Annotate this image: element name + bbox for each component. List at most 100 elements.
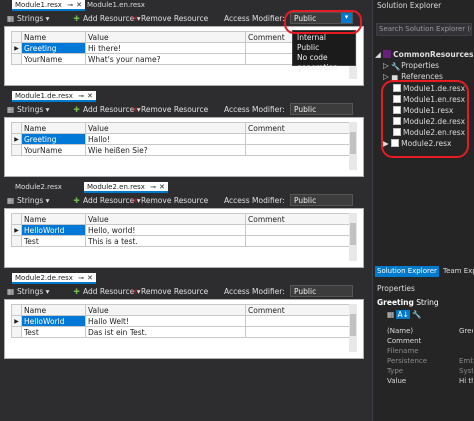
csharp-project-icon — [383, 50, 392, 58]
comment-cell[interactable] — [245, 133, 352, 145]
comment-cell[interactable] — [245, 315, 352, 327]
vertical-scrollbar[interactable] — [349, 304, 357, 352]
vertical-scrollbar[interactable] — [349, 213, 357, 261]
pin-icon[interactable]: ⊸ — [78, 274, 84, 282]
strings-dropdown[interactable]: ▦ Strings ▾ — [6, 195, 50, 206]
table-row[interactable]: ▶ HelloWorld Hallo Welt! — [11, 315, 352, 327]
column-header-comment[interactable]: Comment — [245, 122, 352, 134]
tree-item-properties[interactable]: ▷ 🔧Properties — [383, 61, 439, 71]
vertical-scrollbar[interactable] — [349, 122, 357, 170]
highlight-circle — [381, 80, 469, 158]
dropdown-option-no-code-generation[interactable]: No code generation — [293, 53, 355, 72]
tab-module1-en-resx[interactable]: Module1.en.resx — [84, 0, 148, 11]
tab-solution-explorer[interactable]: Solution Explorer — [375, 266, 439, 277]
value-cell[interactable]: Hallo Welt! — [85, 315, 246, 327]
categorized-icon[interactable]: ▦ — [387, 310, 394, 319]
column-header-comment[interactable]: Comment — [245, 304, 352, 316]
name-cell[interactable]: Greeting — [21, 133, 86, 145]
search-input[interactable]: Search Solution Explorer (Ctrl+;) — [376, 23, 472, 36]
tab-module1-resx[interactable]: Module1.resx ⊸ ✕ — [12, 0, 85, 11]
comment-cell[interactable] — [245, 235, 352, 247]
property-row[interactable]: TypeSyste — [373, 366, 473, 376]
close-icon[interactable]: ✕ — [87, 92, 93, 100]
table-row[interactable]: ▶ Greeting Hallo! — [11, 133, 352, 145]
name-cell[interactable]: Test — [21, 235, 86, 247]
name-cell[interactable]: Test — [21, 326, 86, 338]
pin-icon[interactable]: ⊸ — [78, 92, 84, 100]
remove-resource-button[interactable]: ✕ Remove Resource — [130, 13, 208, 24]
value-cell[interactable]: Das ist ein Test. — [85, 326, 246, 338]
tab-module2-resx[interactable]: Module2.resx — [12, 182, 65, 193]
remove-resource-button[interactable]: ✕ Remove Resource — [130, 286, 208, 297]
tab-module1-de-resx[interactable]: Module1.de.resx ⊸ ✕ — [12, 91, 96, 102]
property-row[interactable]: (Name)Greet — [373, 326, 473, 336]
column-header-value[interactable]: Value — [85, 122, 246, 134]
column-header-value[interactable]: Value — [85, 213, 246, 225]
tab-module2-en-resx[interactable]: Module2.en.resx ⊸ ✕ — [84, 182, 168, 193]
table-row[interactable]: Test Das ist ein Test. — [11, 326, 352, 338]
pin-icon[interactable]: ⊸ — [67, 1, 73, 9]
strings-dropdown[interactable]: ▦ Strings ▾ — [6, 286, 50, 297]
tree-item-project[interactable]: ◢ CommonResources — [375, 50, 473, 60]
expand-icon[interactable]: ▷ — [383, 61, 389, 70]
property-row[interactable]: PersistenceEmbe — [373, 356, 473, 366]
close-icon[interactable]: ✕ — [76, 1, 82, 9]
tab-module2-de-resx[interactable]: Module2.de.resx ⊸ ✕ — [12, 273, 96, 284]
resource-toolbar: ▦ Strings ▾ ✚ Add Resource ▾ ✕ Remove Resou… — [0, 193, 372, 208]
access-modifier-select[interactable]: Public — [290, 285, 353, 297]
name-cell[interactable]: HelloWorld — [21, 315, 86, 327]
comment-cell[interactable] — [245, 224, 352, 236]
tab-team-explorer[interactable]: Team Expl — [441, 266, 474, 277]
name-cell[interactable]: YourName — [21, 53, 86, 65]
scrollbar-thumb[interactable] — [350, 223, 356, 245]
resource-grid-panel: Name Value Comment ▶ HelloWorld Hello, w… — [4, 208, 364, 268]
column-header-value[interactable]: Value — [85, 31, 246, 43]
tab-label: Module2.resx — [15, 183, 62, 191]
property-row[interactable]: ValueHi the — [373, 376, 473, 386]
alphabetical-icon[interactable]: A↓ — [396, 310, 410, 319]
expand-icon[interactable]: ▷ — [383, 72, 389, 81]
scrollbar-thumb[interactable] — [350, 132, 356, 154]
table-row[interactable]: Test This is a test. — [11, 235, 352, 247]
column-header-name[interactable]: Name — [21, 304, 86, 316]
close-icon[interactable]: ✕ — [159, 183, 165, 191]
properties-object-selector[interactable]: Greeting String — [373, 297, 439, 308]
property-row[interactable]: Comment — [373, 336, 471, 346]
name-cell[interactable]: Greeting — [21, 42, 86, 54]
strings-dropdown[interactable]: ▦ Strings ▾ — [6, 104, 50, 115]
remove-icon: ✕ — [131, 14, 138, 23]
column-header-name[interactable]: Name — [21, 122, 86, 134]
close-icon[interactable]: ✕ — [87, 274, 93, 282]
column-header-name[interactable]: Name — [21, 31, 86, 43]
access-modifier-label: Access Modifier: — [224, 105, 285, 114]
table-row[interactable]: ▶ HelloWorld Hello, world! — [11, 224, 352, 236]
dropdown-option-public[interactable]: Public — [293, 43, 355, 53]
value-cell[interactable]: Hello, world! — [85, 224, 246, 236]
remove-resource-button[interactable]: ✕ Remove Resource — [130, 104, 208, 115]
value-cell[interactable]: Hallo! — [85, 133, 246, 145]
value-cell[interactable]: What's your name? — [85, 53, 246, 65]
name-cell[interactable]: HelloWorld — [21, 224, 86, 236]
column-header-name[interactable]: Name — [21, 213, 86, 225]
comment-cell[interactable] — [245, 144, 352, 156]
column-header-value[interactable]: Value — [85, 304, 246, 316]
collapse-icon[interactable]: ◢ — [375, 50, 381, 59]
value-cell[interactable]: Hi there! — [85, 42, 246, 54]
strings-dropdown[interactable]: ▦ Strings ▾ — [6, 13, 50, 24]
property-pages-icon[interactable]: 🔧 — [412, 310, 421, 319]
value-cell[interactable]: Wie heißen Sie? — [85, 144, 246, 156]
remove-resource-button[interactable]: ✕ Remove Resource — [130, 195, 208, 206]
property-grid: (Name)Greet Comment Filename Persistence… — [373, 326, 473, 386]
table-row[interactable]: YourName Wie heißen Sie? — [11, 144, 352, 156]
dropdown-option-internal[interactable]: Internal — [293, 33, 355, 43]
name-cell[interactable]: YourName — [21, 144, 86, 156]
row-header-corner — [11, 31, 22, 43]
scrollbar-thumb[interactable] — [350, 314, 356, 336]
property-row[interactable]: Filename — [373, 346, 471, 356]
access-modifier-select[interactable]: Public — [290, 194, 353, 206]
comment-cell[interactable] — [245, 326, 352, 338]
value-cell[interactable]: This is a test. — [85, 235, 246, 247]
pin-icon[interactable]: ⊸ — [150, 183, 156, 191]
access-modifier-select[interactable]: Public — [290, 103, 353, 115]
column-header-comment[interactable]: Comment — [245, 213, 352, 225]
